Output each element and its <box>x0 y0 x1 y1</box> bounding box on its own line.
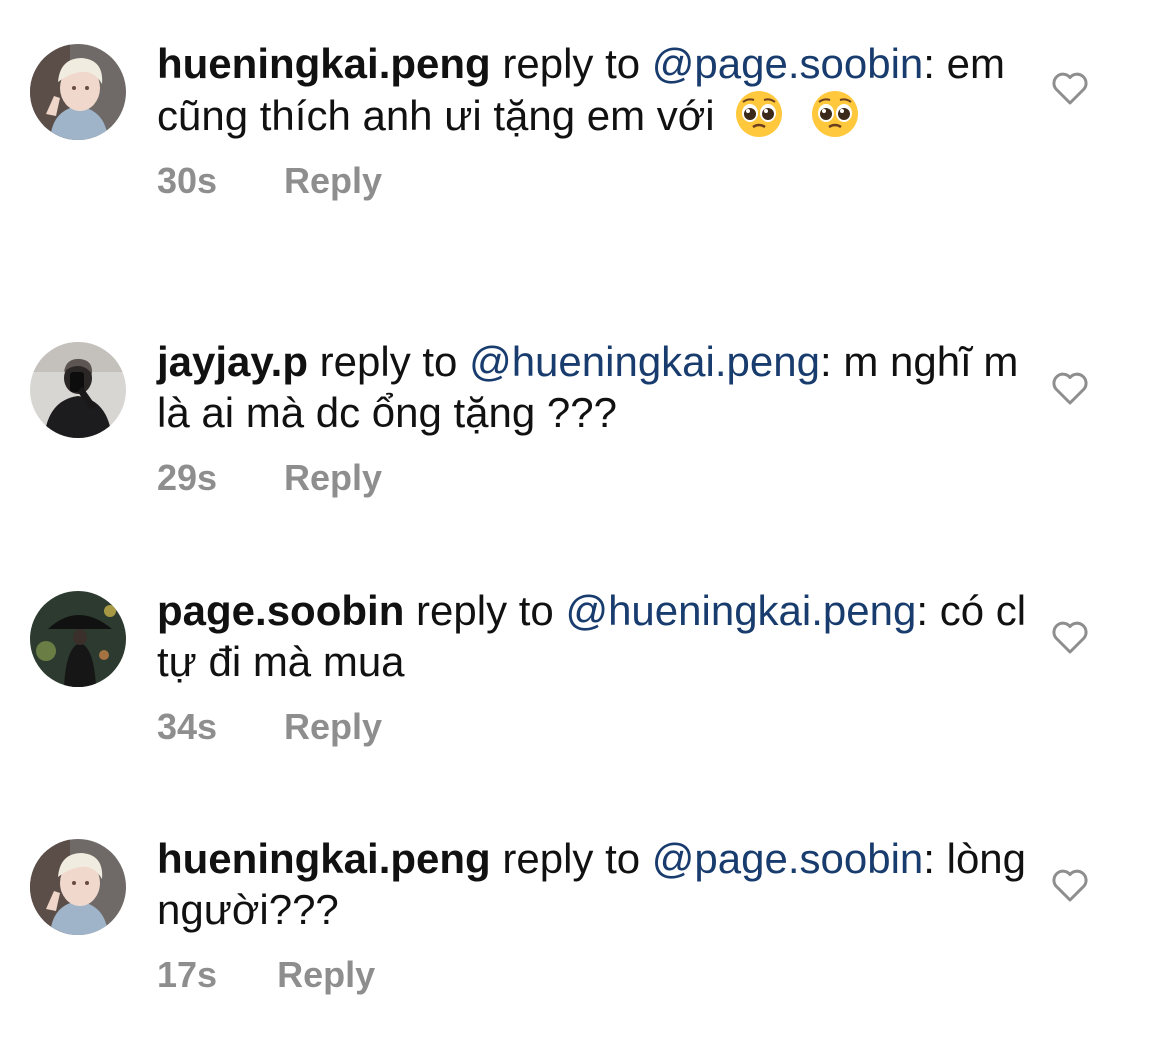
pleading-face-emoji <box>810 89 860 139</box>
mention-link[interactable]: @hueningkai.peng <box>469 338 820 385</box>
comment-content: hueningkai.peng reply to @page.soobin: l… <box>157 833 1027 997</box>
reply-button[interactable]: Reply <box>284 705 382 749</box>
timestamp: 34s <box>157 706 218 747</box>
timestamp: 29s <box>157 457 218 498</box>
reply-button[interactable]: Reply <box>277 953 375 997</box>
comment-text: jayjay.p reply to @hueningkai.peng: m ng… <box>157 336 1027 438</box>
comment-content: page.soobin reply to @hueningkai.peng: c… <box>157 585 1027 749</box>
comment-meta: 17s Reply <box>157 953 1027 997</box>
avatar-photo-night <box>30 591 126 687</box>
comment-text: hueningkai.peng reply to @page.soobin: l… <box>157 833 1027 935</box>
avatar-photo-blonde <box>30 839 126 935</box>
reply-to-label: reply to <box>319 338 458 385</box>
comment-item: hueningkai.peng reply to @page.soobin: e… <box>0 0 1170 248</box>
comment-text: hueningkai.peng reply to @page.soobin: e… <box>157 38 1027 141</box>
comment-text: page.soobin reply to @hueningkai.peng: c… <box>157 585 1027 687</box>
pleading-face-emoji <box>734 89 784 139</box>
heart-icon <box>1052 72 1088 105</box>
comment-meta: 29s Reply <box>157 456 1027 500</box>
mention-link[interactable]: @hueningkai.peng <box>565 587 916 634</box>
avatar[interactable] <box>30 342 126 438</box>
timestamp: 17s <box>157 954 218 995</box>
username[interactable]: jayjay.p <box>157 338 308 385</box>
avatar[interactable] <box>30 839 126 935</box>
comment-item: jayjay.p reply to @hueningkai.peng: m ng… <box>0 298 1170 546</box>
username[interactable]: hueningkai.peng <box>157 40 491 87</box>
comment-thread: hueningkai.peng reply to @page.soobin: e… <box>0 0 1170 1048</box>
comment-meta: 30s Reply <box>157 159 1027 203</box>
mention-link[interactable]: @page.soobin <box>652 40 924 87</box>
avatar[interactable] <box>30 44 126 140</box>
comment-meta: 34s Reply <box>157 705 1027 749</box>
username[interactable]: hueningkai.peng <box>157 835 491 882</box>
comment-content: hueningkai.peng reply to @page.soobin: e… <box>157 38 1027 203</box>
reply-to-label: reply to <box>502 40 641 87</box>
timestamp: 30s <box>157 160 218 201</box>
reply-to-label: reply to <box>502 835 641 882</box>
username[interactable]: page.soobin <box>157 587 404 634</box>
reply-button[interactable]: Reply <box>284 159 382 203</box>
like-button[interactable] <box>1050 617 1090 657</box>
avatar-photo-dark <box>30 342 126 438</box>
comment-content: jayjay.p reply to @hueningkai.peng: m ng… <box>157 336 1027 500</box>
like-button[interactable] <box>1050 368 1090 408</box>
heart-icon <box>1052 621 1088 654</box>
avatar-photo-blonde <box>30 44 126 140</box>
reply-button[interactable]: Reply <box>284 456 382 500</box>
reply-to-label: reply to <box>416 587 554 634</box>
like-button[interactable] <box>1050 68 1090 108</box>
comment-item: hueningkai.peng reply to @page.soobin: l… <box>0 795 1170 1043</box>
heart-icon <box>1052 869 1088 902</box>
heart-icon <box>1052 372 1088 405</box>
avatar[interactable] <box>30 591 126 687</box>
like-button[interactable] <box>1050 865 1090 905</box>
comment-item: page.soobin reply to @hueningkai.peng: c… <box>0 547 1170 795</box>
mention-link[interactable]: @page.soobin <box>652 835 924 882</box>
